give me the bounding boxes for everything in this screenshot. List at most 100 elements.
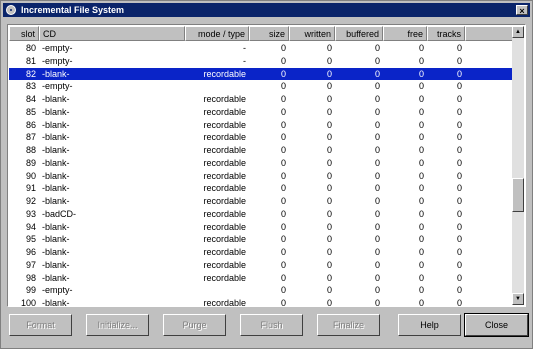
cell-free: 0 [418, 94, 424, 104]
cell-free: 0 [418, 55, 424, 66]
table-row[interactable]: 98 -blank-recordable 0 0 0 0 0 [9, 272, 514, 285]
cell-mode: recordable [203, 119, 246, 130]
cell-written: 0 [326, 68, 332, 79]
column-header-buffered[interactable]: buffered [335, 26, 383, 41]
cell-written: 0 [326, 157, 332, 168]
close-window-button[interactable]: × [516, 5, 528, 16]
cell-written: 0 [326, 196, 332, 206]
cell-slot: 93 [25, 208, 36, 219]
cell-cd: -blank- [42, 94, 70, 104]
table-row[interactable]: 84 -blank-recordable 0 0 0 0 0 [9, 93, 514, 106]
table-row[interactable]: 87 -blank-recordable 0 0 0 0 0 [9, 131, 514, 144]
table-row[interactable]: 93 -badCD-recordable 0 0 0 0 0 [9, 208, 514, 221]
cell-cd: -blank- [42, 145, 70, 155]
cell-written: 0 [326, 221, 332, 232]
cell-size: 0 [280, 157, 286, 168]
table-row[interactable]: 85 -blank-recordable 0 0 0 0 0 [9, 106, 514, 119]
table-row[interactable]: 81 -empty- - 0 0 0 0 0 [9, 55, 514, 68]
column-header-slot[interactable]: slot [9, 26, 39, 41]
cell-size: 0 [280, 132, 286, 143]
cell-written: 0 [326, 183, 332, 194]
cell-size: 0 [280, 272, 286, 283]
cell-size: 0 [280, 221, 286, 232]
cell-tracks: 0 [456, 259, 462, 270]
cell-slot: 84 [25, 94, 36, 104]
window-title: Incremental File System [21, 5, 125, 15]
cell-buffered: 0 [374, 170, 380, 181]
cell-size: 0 [280, 196, 286, 206]
cell-buffered: 0 [374, 298, 380, 307]
cell-written: 0 [326, 55, 332, 66]
table-row[interactable]: 80 -empty- - 0 0 0 0 0 [9, 42, 514, 55]
cell-mode: recordable [203, 106, 246, 117]
cell-buffered: 0 [374, 183, 380, 194]
table-row[interactable]: 99 -empty- 0 0 0 0 0 [9, 284, 514, 297]
cell-size: 0 [280, 106, 286, 117]
vertical-scrollbar[interactable]: ▲ ▼ [512, 26, 524, 305]
cell-buffered: 0 [374, 272, 380, 283]
cell-tracks: 0 [456, 94, 462, 104]
column-header-size[interactable]: size [249, 26, 289, 41]
table-row[interactable]: 82 -blank-recordable 0 0 0 0 0 [9, 67, 514, 81]
table-row[interactable]: 95 -blank-recordable 0 0 0 0 0 [9, 233, 514, 246]
table-row[interactable]: 83 -empty- 0 0 0 0 0 [9, 80, 514, 93]
table-row[interactable]: 91 -blank-recordable 0 0 0 0 0 [9, 182, 514, 195]
column-header-written[interactable]: written [289, 26, 335, 41]
cell-cd: -blank- [42, 259, 70, 270]
cell-mode: recordable [203, 247, 246, 257]
cell-buffered: 0 [374, 55, 380, 66]
initialize-button[interactable]: Initialize... [86, 314, 149, 336]
cell-buffered: 0 [374, 234, 380, 245]
cell-tracks: 0 [456, 119, 462, 130]
cell-written: 0 [326, 119, 332, 130]
table-row[interactable]: 96 -blank-recordable 0 0 0 0 0 [9, 246, 514, 259]
cell-mode: recordable [203, 298, 246, 307]
cell-tracks: 0 [456, 221, 462, 232]
cell-buffered: 0 [374, 221, 380, 232]
cell-mode: recordable [203, 259, 246, 270]
cell-mode: recordable [203, 157, 246, 168]
cell-buffered: 0 [374, 43, 380, 53]
slot-list[interactable]: slot CD mode / type size written buffere… [7, 24, 526, 307]
cell-mode: recordable [203, 145, 246, 155]
table-row[interactable]: 92 -blank-recordable 0 0 0 0 0 [9, 195, 514, 208]
column-header-cd[interactable]: CD [39, 26, 185, 41]
cell-written: 0 [326, 259, 332, 270]
scroll-up-arrow-icon[interactable]: ▲ [512, 26, 524, 38]
cell-written: 0 [326, 234, 332, 245]
purge-button[interactable]: Purge [163, 314, 226, 336]
cell-cd: -blank- [42, 183, 70, 194]
scroll-down-arrow-icon[interactable]: ▼ [512, 293, 524, 305]
finalize-button[interactable]: Finalize [317, 314, 380, 336]
cell-size: 0 [280, 119, 286, 130]
cell-free: 0 [418, 183, 424, 194]
cell-tracks: 0 [456, 145, 462, 155]
cell-cd: -empty- [42, 43, 73, 53]
format-button[interactable]: Format [9, 314, 72, 336]
close-button[interactable]: Close [464, 313, 529, 337]
cell-tracks: 0 [456, 208, 462, 219]
table-row[interactable]: 88 -blank-recordable 0 0 0 0 0 [9, 144, 514, 157]
cell-slot: 83 [25, 81, 36, 92]
table-row[interactable]: 94 -blank-recordable 0 0 0 0 0 [9, 221, 514, 234]
cell-slot: 80 [25, 43, 36, 53]
scroll-thumb[interactable] [512, 178, 524, 212]
cell-mode: recordable [203, 196, 246, 206]
column-header-mode-type[interactable]: mode / type [185, 26, 249, 41]
cell-cd: -blank- [42, 298, 70, 307]
cell-free: 0 [418, 196, 424, 206]
cell-size: 0 [280, 170, 286, 181]
cell-cd: -empty- [42, 285, 73, 296]
table-row[interactable]: 97 -blank-recordable 0 0 0 0 0 [9, 259, 514, 272]
help-button[interactable]: Help [398, 314, 461, 336]
table-row[interactable]: 100 -blank-recordable 0 0 0 0 0 [9, 297, 514, 307]
title-bar[interactable]: Incremental File System × [3, 3, 530, 17]
column-header-tracks[interactable]: tracks [427, 26, 465, 41]
cell-size: 0 [280, 81, 286, 92]
table-row[interactable]: 89 -blank-recordable 0 0 0 0 0 [9, 157, 514, 170]
table-row[interactable]: 86 -blank-recordable 0 0 0 0 0 [9, 119, 514, 132]
flush-button[interactable]: Flush [240, 314, 303, 336]
table-row[interactable]: 90 -blank-recordable 0 0 0 0 0 [9, 170, 514, 183]
cell-size: 0 [280, 259, 286, 270]
column-header-free[interactable]: free [383, 26, 427, 41]
